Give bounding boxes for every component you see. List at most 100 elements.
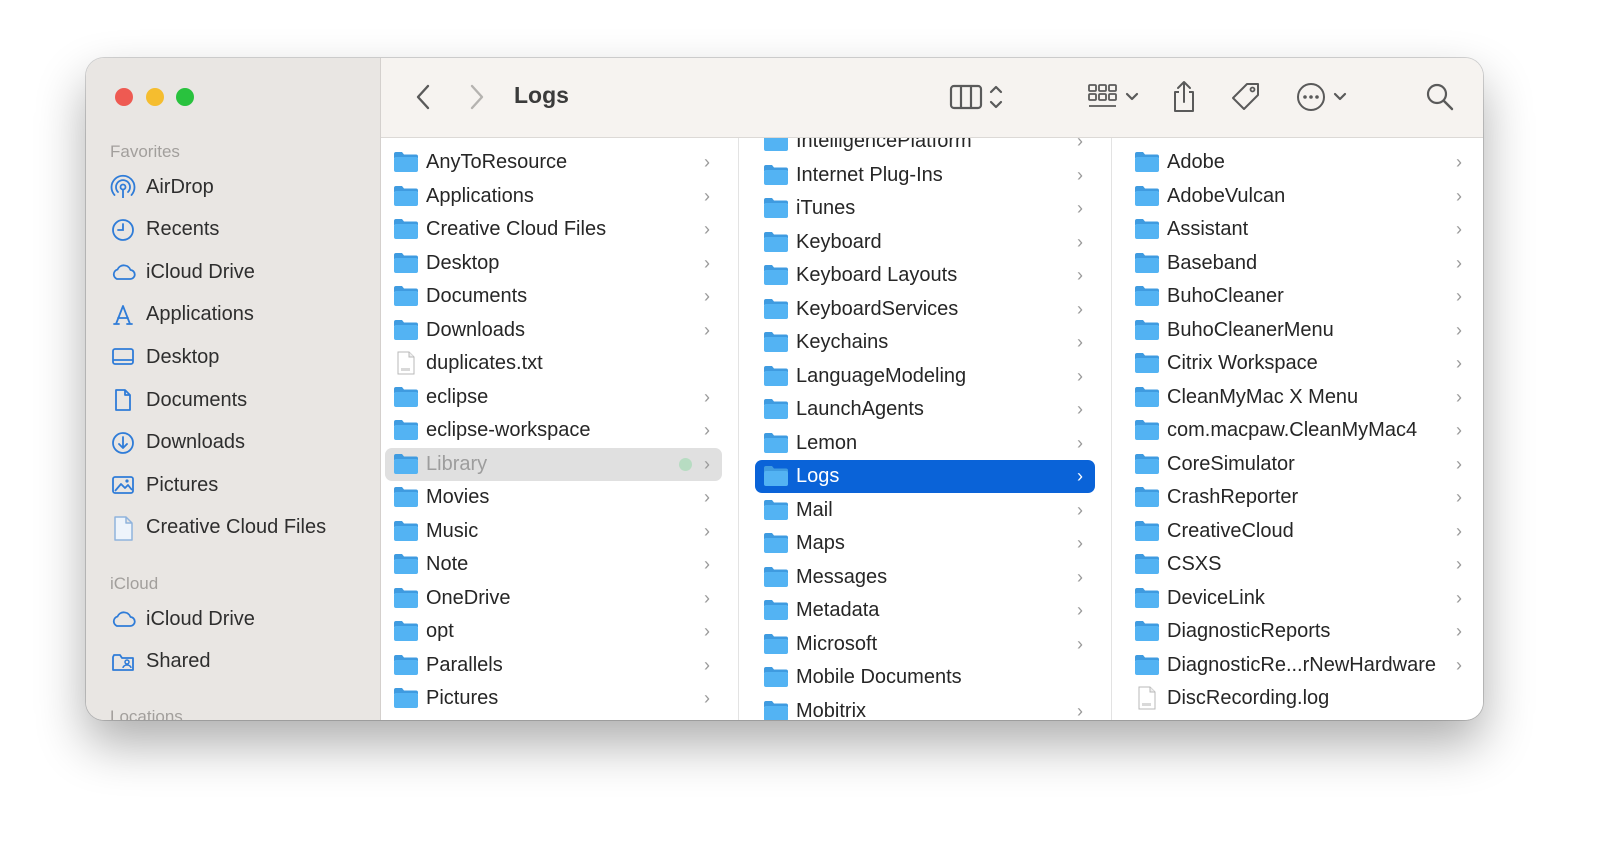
list-item[interactable]: Adobe › — [1126, 146, 1474, 179]
sidebar-item-shared[interactable]: Shared — [110, 644, 370, 680]
chevron-right-icon: › — [1077, 499, 1083, 520]
list-item[interactable]: Movies › — [385, 481, 722, 514]
list-item[interactable]: LaunchAgents › — [755, 393, 1095, 426]
list-item[interactable]: Keychains › — [755, 326, 1095, 359]
zoom-window-button[interactable] — [176, 88, 194, 106]
list-item[interactable]: Mail › — [755, 494, 1095, 527]
list-item[interactable]: DiagnosticRe...rNewHardware › — [1126, 649, 1474, 682]
folder-icon — [394, 688, 418, 708]
list-item[interactable]: CSXS › — [1126, 548, 1474, 581]
more-actions-button[interactable] — [1295, 80, 1355, 114]
sidebar-item-airdrop[interactable]: AirDrop — [110, 169, 370, 205]
sidebar-item-pictures[interactable]: Pictures — [110, 467, 370, 503]
list-item[interactable]: Keyboard › — [755, 226, 1095, 259]
item-label: Downloads — [426, 318, 525, 341]
list-item[interactable]: com.macpaw.CleanMyMac4 › — [1126, 414, 1474, 447]
list-item[interactable]: OneDrive › — [385, 582, 722, 615]
tags-button[interactable] — [1229, 80, 1263, 114]
list-item[interactable]: Downloads › — [385, 314, 722, 347]
view-mode-button[interactable] — [949, 80, 1011, 114]
sidebar-item-icloud-drive[interactable]: iCloud Drive — [110, 254, 370, 290]
chevron-right-icon: › — [1077, 700, 1083, 721]
column-library[interactable]: IntelligencePlatform › Internet Plug-Ins › i… — [739, 138, 1112, 720]
list-item[interactable]: Keyboard Layouts › — [755, 259, 1095, 292]
sidebar-section-icloud: iCloud — [110, 574, 159, 593]
sidebar-item-documents[interactable]: Documents — [110, 382, 370, 418]
list-item[interactable]: Baseband › — [1126, 247, 1474, 280]
airdrop-icon — [110, 174, 136, 198]
list-item[interactable]: Maps › — [755, 527, 1095, 560]
list-item[interactable]: CoreSimulator › — [1126, 448, 1474, 481]
list-item[interactable]: CrashReporter › — [1126, 481, 1474, 514]
list-item[interactable]: AdobeVulcan › — [1126, 180, 1474, 213]
item-label: Keyboard Layouts — [796, 264, 958, 286]
sidebar-item-applications[interactable]: Applications — [110, 297, 370, 333]
sidebar-item-desktop[interactable]: Desktop — [110, 339, 370, 375]
sidebar-item-recents[interactable]: Recents — [110, 212, 370, 248]
sidebar-item-icloud-drive[interactable]: iCloud Drive — [110, 601, 370, 637]
list-item[interactable]: IntelligencePlatform › — [755, 138, 1095, 158]
item-label: CoreSimulator — [1167, 452, 1295, 475]
list-item[interactable]: Desktop › — [385, 247, 722, 280]
sidebar-item-label: Recents — [146, 218, 220, 241]
list-item[interactable]: Microsoft › — [755, 628, 1095, 661]
list-item[interactable]: Applications › — [385, 180, 722, 213]
cloud-icon — [112, 264, 136, 281]
list-item[interactable]: duplicates.txt — [385, 347, 722, 380]
list-item[interactable]: LanguageModeling › — [755, 360, 1095, 393]
item-label: CSXS — [1167, 553, 1222, 575]
list-item[interactable]: Note › — [385, 548, 722, 581]
list-item[interactable]: eclipse-workspace › — [385, 414, 722, 447]
list-item[interactable]: CreativeCloud › — [1126, 515, 1474, 548]
item-label: Citrix Workspace — [1167, 352, 1318, 374]
list-item[interactable]: Mobitrix › — [755, 695, 1095, 721]
search-button[interactable] — [1423, 80, 1457, 114]
list-item[interactable]: Metadata › — [755, 594, 1095, 627]
column-logs[interactable]: Adobe › AdobeVulcan › Assistant › Baseband › Buh… — [1112, 138, 1483, 720]
list-item[interactable]: Parallels › — [385, 649, 722, 682]
list-item[interactable]: AnyToResource › — [385, 146, 722, 179]
document-icon — [115, 389, 131, 411]
list-item[interactable]: DiscRecording.log — [1126, 682, 1474, 715]
column-home[interactable]: AnyToResource › Applications › Creative Clou… — [381, 138, 739, 720]
chevron-right-icon: › — [1456, 453, 1462, 474]
list-item[interactable]: Logs › — [755, 460, 1095, 493]
group-button[interactable] — [1087, 80, 1143, 114]
close-window-button[interactable] — [115, 88, 133, 106]
share-button[interactable] — [1169, 78, 1199, 116]
chevron-right-icon: › — [1077, 466, 1083, 486]
list-item[interactable]: opt › — [385, 615, 722, 648]
sidebar-item-creative-cloud-files[interactable]: Creative Cloud Files — [110, 510, 370, 546]
list-item[interactable]: DiagnosticReports › — [1126, 615, 1474, 648]
list-item[interactable]: Creative Cloud Files › — [385, 213, 722, 246]
list-item[interactable]: CleanMyMac X Menu › — [1126, 381, 1474, 414]
list-item[interactable]: iTunes › — [755, 192, 1095, 225]
chevron-right-icon: › — [1456, 219, 1462, 239]
cloud-icon — [110, 606, 136, 632]
minimize-window-button[interactable] — [146, 88, 164, 106]
list-item[interactable]: Mobile Documents — [755, 661, 1095, 694]
list-item[interactable]: KeyboardServices › — [755, 293, 1095, 326]
chevron-right-icon: › — [1456, 554, 1462, 574]
list-item[interactable]: Music › — [385, 515, 722, 548]
folder-icon — [394, 487, 418, 507]
sidebar-item-downloads[interactable]: Downloads — [110, 425, 370, 461]
forward-button[interactable] — [463, 82, 491, 112]
item-label: AnyToResource — [426, 151, 568, 173]
list-item[interactable]: Internet Plug-Ins › — [755, 159, 1095, 192]
list-item[interactable]: BuhoCleanerMenu › — [1126, 314, 1474, 347]
sidebar-section-locations: Locations — [110, 707, 183, 720]
list-item[interactable]: Library › — [385, 447, 722, 481]
list-item[interactable]: Messages › — [755, 561, 1095, 594]
list-item[interactable]: Lemon › — [755, 427, 1095, 460]
list-item[interactable]: Assistant › — [1126, 213, 1474, 246]
list-item[interactable]: Documents › — [385, 280, 722, 313]
list-item[interactable]: Citrix Workspace › — [1126, 347, 1474, 380]
finder-window: Favorites AirDrop Recents iCloud Drive Appl… — [86, 58, 1483, 720]
list-item[interactable]: DeviceLink › — [1126, 582, 1474, 615]
list-item[interactable]: Pictures › — [385, 682, 722, 715]
chevron-right-icon: › — [1456, 252, 1462, 273]
list-item[interactable]: eclipse › — [385, 381, 722, 414]
back-button[interactable] — [409, 82, 437, 112]
list-item[interactable]: BuhoCleaner › — [1126, 280, 1474, 313]
